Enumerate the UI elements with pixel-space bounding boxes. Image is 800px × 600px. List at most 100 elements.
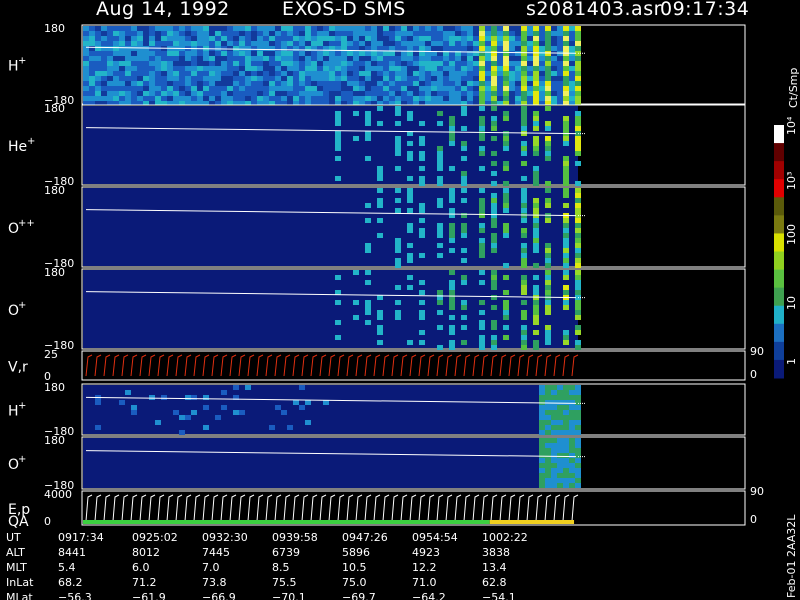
footer-cell: 8012 [132, 546, 160, 559]
header-time: 09:17:34 [660, 0, 750, 20]
footer-row-label: MLat [6, 591, 33, 600]
panel-label-secondary: QA [8, 514, 29, 530]
colorbar-unit: Ct/Smp [787, 68, 800, 108]
sms-spectrogram-figure: H +180−180He +180−180O++180−180O+180−180V,… [6, 22, 800, 600]
footer-cell: 4923 [412, 546, 440, 559]
side-code: Feb-01 2AA32L [785, 514, 798, 598]
panel-label-superscript: + [27, 136, 35, 147]
colorbar-tick: 10⁴ [785, 116, 798, 135]
heatmap-cells [83, 26, 581, 106]
right-tick-top: 90 [750, 485, 764, 498]
heatmap-background [83, 438, 578, 488]
panel-7 [81, 436, 746, 490]
instrument-title: EXOS-D SMS [282, 0, 406, 20]
colorbar-segment [774, 359, 784, 379]
colorbar-segment [774, 341, 784, 361]
panel-label-superscript: + [18, 401, 26, 412]
footer-cell: 0932:30 [202, 531, 248, 544]
footer-cell: −64.2 [412, 591, 446, 600]
colorbar-segment [774, 161, 784, 180]
footer-cell: 0925:02 [132, 531, 178, 544]
colorbar-segment [774, 197, 784, 216]
footer-cell: 75.5 [272, 576, 297, 589]
footer-row-label: UT [6, 531, 21, 544]
panel-label: V,r [8, 360, 28, 376]
ytick-top: 25 [44, 348, 58, 361]
ytick-top: 180 [44, 184, 65, 197]
footer-row-label: ALT [6, 546, 25, 559]
ytick-top: 180 [44, 434, 65, 447]
panel-label: H [8, 404, 19, 420]
footer-cell: 71.2 [132, 576, 157, 589]
footer-row-label: InLat [6, 576, 34, 589]
colorbar [774, 125, 784, 379]
footer-cell: 3838 [482, 546, 510, 559]
footer-cell: −56.3 [58, 591, 92, 600]
panel-2 [81, 104, 746, 186]
colorbar-segment [774, 305, 784, 325]
right-tick-bottom: 0 [750, 368, 757, 381]
ytick-bottom: 0 [44, 515, 51, 528]
colorbar-tick: 1 [785, 358, 798, 365]
colorbar-segment [774, 143, 784, 162]
ytick-top: 4000 [44, 488, 72, 501]
right-tick-top: 90 [750, 345, 764, 358]
footer-cell: 6739 [272, 546, 300, 559]
footer-cell: 0947:26 [342, 531, 388, 544]
panel-8 [81, 490, 746, 526]
panel-label: H [8, 59, 19, 75]
ytick-top: 180 [44, 22, 65, 35]
footer-cell: −70.1 [272, 591, 306, 600]
footer-cell: 0917:34 [58, 531, 104, 544]
footer-cell: 62.8 [482, 576, 507, 589]
heatmap-background [83, 385, 578, 434]
footer-cell: 73.8 [202, 576, 227, 589]
ytick-top: 180 [44, 266, 65, 279]
panel-3 [81, 186, 746, 268]
panel-label: He [8, 139, 27, 155]
footer-cell: 8.5 [272, 561, 290, 574]
colorbar-tick: 100 [785, 224, 798, 245]
qa-bar-warn [489, 520, 575, 524]
footer-cell: 75.0 [342, 576, 367, 589]
footer-cell: 10.5 [342, 561, 367, 574]
colorbar-segment [774, 233, 784, 252]
qa-bar-good [83, 520, 490, 524]
date-title: Aug 14, 1992 [96, 0, 230, 20]
footer-cell: 7.0 [202, 561, 220, 574]
ytick-top: 180 [44, 381, 65, 394]
panel-1 [81, 24, 746, 106]
colorbar-tick: 10 [785, 296, 798, 310]
panel-4 [81, 268, 746, 350]
panel-label-superscript: + [18, 454, 26, 465]
footer-cell: 6.0 [132, 561, 150, 574]
footer-cell: 1002:22 [482, 531, 528, 544]
panel-label-superscript: + [18, 56, 26, 67]
footer-cell: 68.2 [58, 576, 83, 589]
panel-5 [81, 350, 746, 381]
footer-cell: 0939:58 [272, 531, 318, 544]
colorbar-segment [774, 215, 784, 234]
footer-cell: 0954:54 [412, 531, 458, 544]
panel-label-superscript: + [18, 300, 26, 311]
footer-cell: 5.4 [58, 561, 76, 574]
footer-cell: 12.2 [412, 561, 437, 574]
colorbar-tick: 10³ [785, 172, 798, 190]
footer-cell: 5896 [342, 546, 370, 559]
colorbar-segment [774, 287, 784, 307]
right-tick-bottom: 0 [750, 513, 757, 526]
colorbar-segment [774, 269, 784, 289]
panel-6 [81, 383, 746, 436]
colorbar-segment [774, 179, 784, 198]
file-name: s2081403.asr [526, 0, 662, 20]
footer-cell: −54.1 [482, 591, 516, 600]
footer-cell: −61.9 [132, 591, 166, 600]
footer-cell: 7445 [202, 546, 230, 559]
panel-label-superscript: ++ [18, 218, 35, 229]
footer-row-label: MLT [6, 561, 27, 574]
heatmap-cells [539, 438, 581, 488]
footer-cell: 13.4 [482, 561, 507, 574]
footer-cell: −66.9 [202, 591, 236, 600]
footer-cell: 8441 [58, 546, 86, 559]
footer-cell: −69.7 [342, 591, 376, 600]
